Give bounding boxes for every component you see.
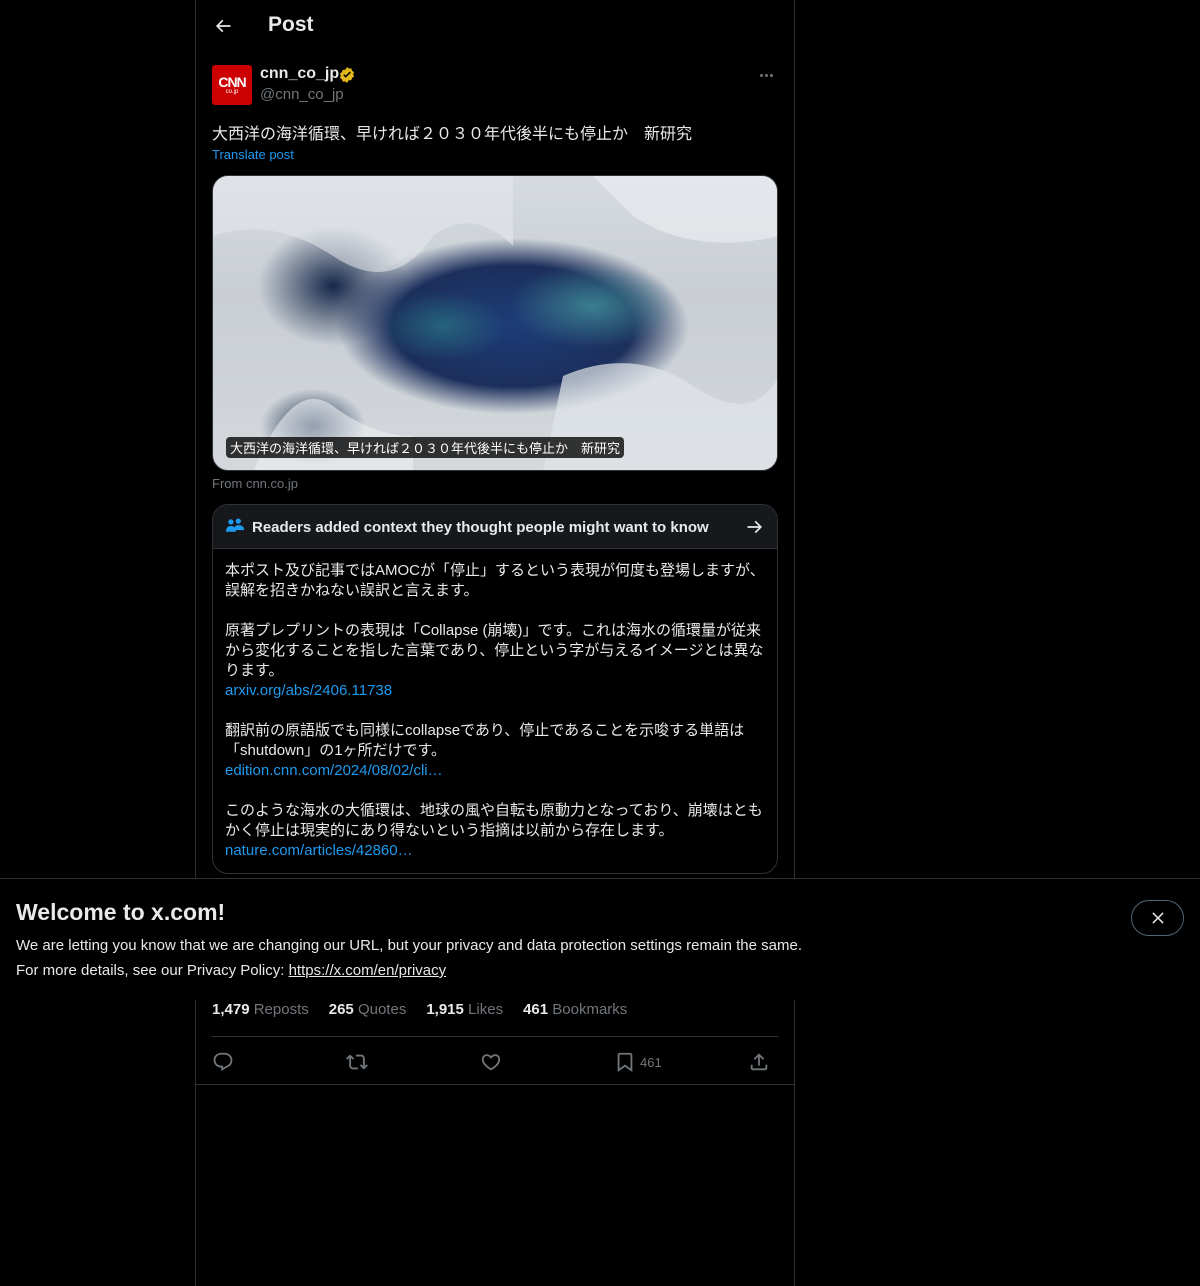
banner-privacy-text: For more details, see our Privacy Policy… xyxy=(16,962,446,979)
note-paragraph: 翻訳前の原語版でも同様にcollapseであり、停止であることを示唆する単語は「… xyxy=(225,721,767,781)
privacy-policy-link[interactable]: https://x.com/en/privacy xyxy=(289,962,447,979)
close-banner-button[interactable] xyxy=(1131,900,1184,936)
repost-icon xyxy=(346,1054,368,1070)
banner-title: Welcome to x.com! xyxy=(16,899,226,925)
note-text: 翻訳前の原語版でも同様にcollapseであり、停止であることを示唆する単語は「… xyxy=(225,722,745,759)
author-name[interactable]: cnn_co_jp xyxy=(260,65,339,83)
note-text: このような海水の大循環は、地球の風や自転も原動力となっており、崩壊はともかく停止… xyxy=(225,802,763,839)
more-dot-icon xyxy=(759,73,763,77)
banner-privacy-prefix: For more details, see our Privacy Policy… xyxy=(16,962,289,979)
more-dot-icon xyxy=(769,73,773,77)
reposts-count: 1,479 xyxy=(212,1001,250,1018)
close-icon xyxy=(1151,912,1164,924)
bookmarks-label: Bookmarks xyxy=(552,1001,628,1018)
bookmark-count: 461 xyxy=(640,1054,662,1070)
verified-badge-icon xyxy=(339,67,355,83)
repost-button[interactable] xyxy=(346,1050,368,1074)
more-options-button[interactable] xyxy=(754,64,778,86)
avatar-logo-sub: co.jp xyxy=(225,88,239,95)
action-bar: 461 xyxy=(212,1048,778,1076)
main-column: Post CNN co.jp cnn_co_jp @cnn_co_jp 大西洋の… xyxy=(195,0,795,1286)
note-link[interactable]: nature.com/articles/42860… xyxy=(225,841,767,861)
note-paragraph: 原著プレプリントの表現は「Collapse (崩壊)」です。これは海水の循環量が… xyxy=(225,621,767,701)
like-button[interactable] xyxy=(480,1050,502,1074)
reposts-label: Reposts xyxy=(253,1001,309,1018)
community-notes: Readers added context they thought peopl… xyxy=(212,504,778,874)
reposts-stat[interactable]: 1,479 Reposts xyxy=(212,1001,309,1021)
quotes-label: Quotes xyxy=(357,1001,407,1018)
note-text: 本ポスト及び記事ではAMOCが「停止」するという表現が何度も登場しますが、誤解を… xyxy=(225,562,765,599)
avatar-logo: CNN xyxy=(218,73,246,90)
share-button[interactable] xyxy=(748,1050,770,1074)
more-dot-icon xyxy=(764,73,768,77)
avatar[interactable]: CNN co.jp xyxy=(212,65,252,105)
note-paragraph: このような海水の大循環は、地球の風や自転も原動力となっており、崩壊はともかく停止… xyxy=(225,801,767,861)
reply-button[interactable] xyxy=(212,1050,234,1074)
page-title: Post xyxy=(268,13,314,36)
reply-icon xyxy=(213,1052,233,1071)
share-icon xyxy=(750,1053,768,1071)
post-stats: 1,479 Reposts 265 Quotes 1,915 Likes 461… xyxy=(212,1001,778,1021)
likes-count: 1,915 xyxy=(426,1001,464,1018)
likes-label: Likes xyxy=(468,1001,504,1018)
note-text: 原著プレプリントの表現は「Collapse (崩壊)」です。これは海水の循環量が… xyxy=(225,622,764,679)
note-link[interactable]: arxiv.org/abs/2406.11738 xyxy=(225,681,767,701)
divider xyxy=(196,1084,794,1085)
community-notes-body: 本ポスト及び記事ではAMOCが「停止」するという表現が何度も登場しますが、誤解を… xyxy=(225,561,767,873)
bookmarks-count: 461 xyxy=(523,1001,549,1018)
arrow-right-icon xyxy=(747,520,763,534)
quotes-stat[interactable]: 265 Quotes xyxy=(329,1001,407,1021)
link-card-image[interactable]: 大西洋の海洋循環、早ければ２０３０年代後半にも停止か 新研究 xyxy=(212,175,778,471)
author-handle[interactable]: @cnn_co_jp xyxy=(260,86,344,103)
bookmark-icon xyxy=(617,1052,633,1073)
arrow-left-icon xyxy=(215,19,231,33)
quotes-count: 265 xyxy=(328,1001,354,1018)
heart-icon xyxy=(481,1054,501,1071)
translate-post-link[interactable]: Translate post xyxy=(212,147,294,162)
back-button[interactable] xyxy=(208,11,238,41)
bookmarks-stat[interactable]: 461 Bookmarks xyxy=(523,1001,627,1021)
header: Post xyxy=(196,0,794,54)
people-icon xyxy=(226,518,244,532)
likes-stat[interactable]: 1,915 Likes xyxy=(426,1001,503,1021)
welcome-banner: Welcome to x.com! We are letting you kno… xyxy=(0,878,1200,1000)
note-link[interactable]: edition.cnn.com/2024/08/02/cli… xyxy=(225,761,767,781)
post-text: 大西洋の海洋循環、早ければ２０３０年代後半にも停止か 新研究 xyxy=(212,126,693,143)
link-card-title: 大西洋の海洋循環、早ければ２０３０年代後半にも停止か 新研究 xyxy=(226,437,625,458)
banner-text: We are letting you know that we are chan… xyxy=(16,937,802,954)
community-notes-title: Readers added context they thought peopl… xyxy=(252,519,709,536)
bookmark-button[interactable]: 461 xyxy=(614,1050,662,1074)
link-card-source[interactable]: From cnn.co.jp xyxy=(212,476,298,491)
note-paragraph: 本ポスト及び記事ではAMOCが「停止」するという表現が何度も登場しますが、誤解を… xyxy=(225,561,767,601)
satellite-image xyxy=(213,176,777,470)
divider xyxy=(212,1036,778,1037)
community-notes-header[interactable]: Readers added context they thought peopl… xyxy=(213,505,777,549)
post-author: CNN co.jp cnn_co_jp @cnn_co_jp xyxy=(212,64,778,108)
